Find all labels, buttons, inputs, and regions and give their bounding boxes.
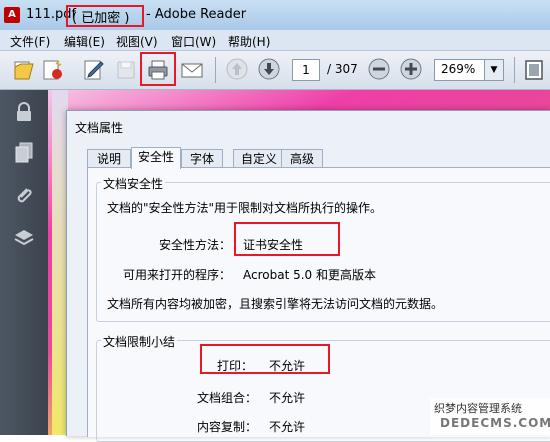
assembly-restriction-label: 文档组合： <box>197 391 258 405</box>
zoom-in-icon[interactable] <box>400 58 422 80</box>
pages-icon[interactable] <box>12 140 36 164</box>
highlight-box-encrypted <box>66 5 144 27</box>
total-pages-label: / 307 <box>327 62 358 76</box>
next-page-icon[interactable] <box>258 58 280 80</box>
site-watermark: 织梦内容管理系统 DEDECMS.COM <box>430 398 550 435</box>
create-pdf-icon[interactable] <box>40 58 64 82</box>
encryption-note: 文档所有内容均被加密，且搜索引擎将无法访问文档的元数据。 <box>107 297 444 311</box>
menu-help[interactable]: 帮助(H) <box>228 33 270 50</box>
restrictions-summary-title: 文档限制小结 <box>101 333 178 350</box>
highlight-box-security-method <box>234 222 340 256</box>
highlight-box-print <box>140 52 176 86</box>
security-description: 文档的"安全性方法"用于限制对文档所执行的操作。 <box>107 201 383 215</box>
menu-edit[interactable]: 编辑(E) <box>64 33 105 50</box>
lock-icon[interactable] <box>12 100 36 124</box>
menu-file[interactable]: 文件(F) <box>10 33 50 50</box>
layers-icon[interactable] <box>12 226 36 250</box>
fit-page-icon[interactable] <box>522 58 546 82</box>
zoom-level-select[interactable]: 269% ▼ <box>434 59 504 81</box>
tab-advanced[interactable]: 高级 <box>281 149 323 168</box>
document-security-title: 文档安全性 <box>101 175 166 192</box>
menu-bar: 文件(F) 编辑(E) 视图(V) 窗口(W) 帮助(H) <box>0 30 550 51</box>
menu-window[interactable]: 窗口(W) <box>171 33 216 50</box>
assembly-restriction-value: 不允许 <box>269 391 306 405</box>
document-properties-dialog: 文档属性 说明 安全性 字体 自定义 高级 文档安全性 文档的"安全性方法"用于… <box>66 110 550 442</box>
watermark-text-en: DEDECMS.COM <box>440 416 550 430</box>
compatibility-value: Acrobat 5.0 和更高版本 <box>243 268 376 282</box>
copy-restriction-label: 内容复制： <box>197 420 258 434</box>
zoom-out-icon[interactable] <box>368 58 390 80</box>
toolbar-separator <box>514 57 515 83</box>
prev-page-icon[interactable] <box>226 58 248 80</box>
adobe-reader-app-icon: A <box>4 7 20 23</box>
menu-view[interactable]: 视图(V) <box>116 33 158 50</box>
copy-restriction-value: 不允许 <box>269 420 306 434</box>
email-icon[interactable] <box>180 58 204 82</box>
tab-fonts[interactable]: 字体 <box>181 149 223 168</box>
security-method-label: 安全性方法： <box>159 238 232 252</box>
security-tab-panel: 文档安全性 文档的"安全性方法"用于限制对文档所执行的操作。 安全性方法： 证书… <box>87 167 550 442</box>
dialog-title: 文档属性 <box>75 121 124 135</box>
current-page-input[interactable]: 1 <box>292 59 320 81</box>
navigation-panel <box>0 90 48 435</box>
zoom-level-value: 269% <box>441 62 476 76</box>
toolbar-separator <box>215 57 216 83</box>
save-icon[interactable] <box>114 58 138 82</box>
compatibility-label: 可用来打开的程序： <box>123 268 232 282</box>
highlight-box-print-restriction <box>200 344 330 374</box>
open-icon[interactable] <box>12 58 36 82</box>
watermark-text-cn: 织梦内容管理系统 <box>434 402 522 415</box>
tab-custom[interactable]: 自定义 <box>233 149 285 168</box>
chevron-down-icon[interactable]: ▼ <box>484 60 503 80</box>
tab-description[interactable]: 说明 <box>87 149 131 168</box>
sign-icon[interactable] <box>82 58 106 82</box>
tab-security[interactable]: 安全性 <box>131 147 181 169</box>
attachment-icon[interactable] <box>12 184 36 208</box>
window-title-app-name: - Adobe Reader <box>146 7 247 22</box>
